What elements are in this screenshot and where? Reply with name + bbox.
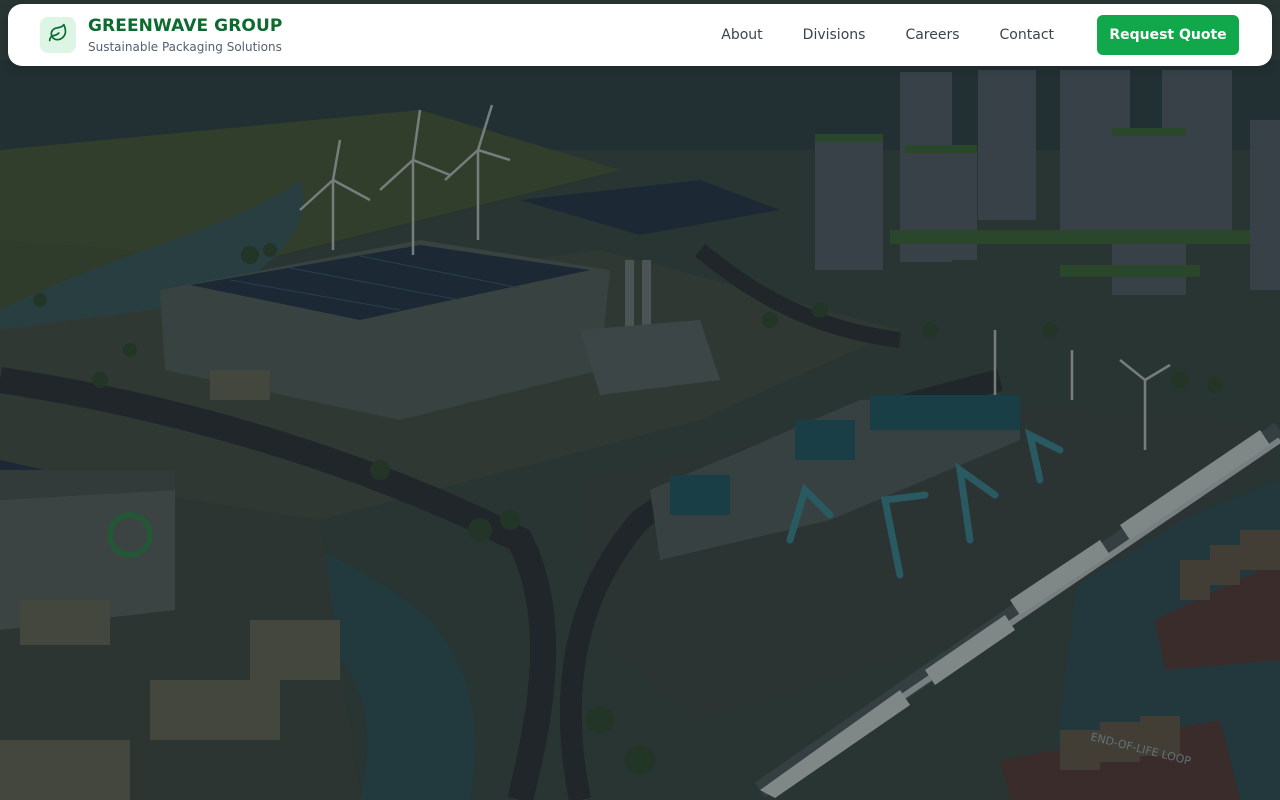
nav-link-contact[interactable]: Contact [1000, 27, 1054, 43]
brand-tagline: Sustainable Packaging Solutions [88, 39, 282, 54]
top-navbar: GREENWAVE GROUP Sustainable Packaging So… [8, 4, 1272, 66]
brand[interactable]: GREENWAVE GROUP Sustainable Packaging So… [40, 17, 282, 53]
main-nav: About Divisions Careers Contact [721, 27, 1054, 43]
brand-text: GREENWAVE GROUP Sustainable Packaging So… [88, 15, 283, 54]
hero-background: END-OF-LIFE LOOP [0, 0, 1280, 800]
leaf-icon [48, 23, 68, 47]
nav-link-about[interactable]: About [721, 27, 762, 43]
hero-overlay [0, 0, 1280, 800]
nav-link-careers[interactable]: Careers [905, 27, 959, 43]
nav-link-divisions[interactable]: Divisions [803, 27, 866, 43]
brand-name: GREENWAVE GROUP [88, 15, 283, 36]
logo-badge [40, 17, 76, 53]
request-quote-button[interactable]: Request Quote [1097, 15, 1239, 55]
